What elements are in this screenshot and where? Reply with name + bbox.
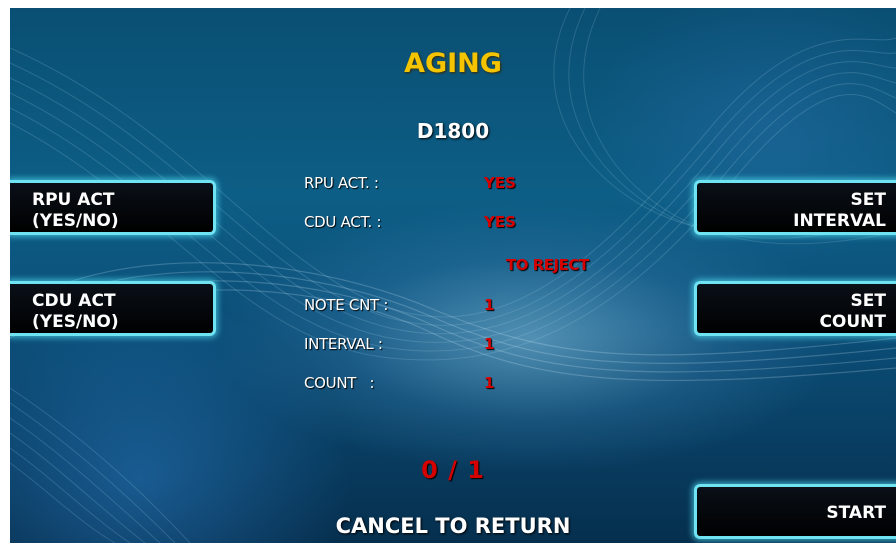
cdu-act-value: YES	[484, 213, 516, 231]
rpu-act-value: YES	[484, 174, 516, 192]
model-label: D1800	[416, 119, 490, 143]
count-label: COUNT :	[304, 374, 375, 392]
mode-indicator: TO REJECT	[506, 256, 589, 274]
set-count-button[interactable]: SET COUNT	[694, 281, 896, 336]
rpu-act-label: RPU ACT. :	[304, 174, 379, 192]
progress-counter: 0 / 1	[421, 456, 485, 484]
page-title: AGING	[404, 48, 502, 79]
button-label-line2: (YES/NO)	[32, 211, 119, 231]
button-label-line2: (YES/NO)	[32, 312, 119, 332]
cdu-act-toggle-button[interactable]: CDU ACT (YES/NO)	[10, 281, 216, 336]
interval-value: 1	[484, 335, 495, 353]
cancel-instruction: CANCEL TO RETURN	[335, 514, 571, 538]
button-label-line1: SET	[850, 190, 886, 210]
rpu-act-toggle-button[interactable]: RPU ACT (YES/NO)	[10, 180, 216, 235]
button-label-line1: CDU ACT	[32, 291, 116, 311]
set-interval-button[interactable]: SET INTERVAL	[694, 180, 896, 235]
note-count-value: 1	[484, 296, 495, 314]
count-value: 1	[484, 374, 495, 392]
cdu-act-label: CDU ACT. :	[304, 213, 382, 231]
note-count-label: NOTE CNT :	[304, 296, 389, 314]
button-label-line1: RPU ACT	[32, 190, 115, 210]
button-label-line1: SET	[850, 291, 886, 311]
interval-label: INTERVAL :	[304, 335, 383, 353]
atm-screen: AGING D1800 RPU ACT (YES/NO) CDU ACT (YE…	[10, 8, 896, 543]
button-label-line2: INTERVAL	[793, 211, 886, 231]
button-label-line2: COUNT	[819, 312, 886, 332]
